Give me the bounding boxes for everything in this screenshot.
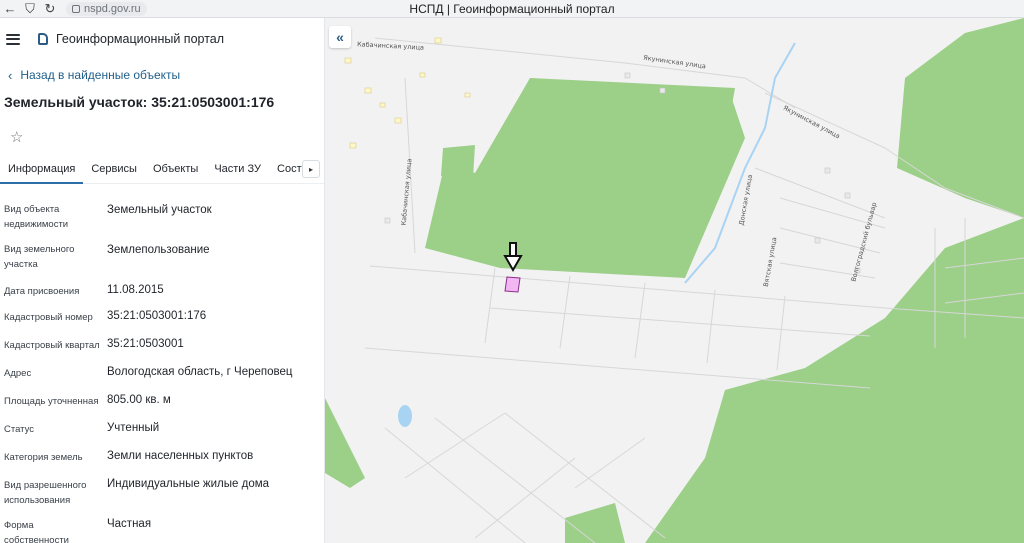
collapse-panel-button[interactable]: « bbox=[329, 26, 351, 48]
page-title: Земельный участок: 35:21:0503001:176 bbox=[4, 94, 275, 110]
property-label: Вид объекта недвижимости bbox=[4, 204, 69, 230]
property-value: Земли населенных пунктов bbox=[107, 450, 254, 462]
property-value: 11.08.2015 bbox=[107, 284, 164, 296]
property-value: Индивидуальные жилые дома bbox=[107, 478, 270, 490]
tabs-scroll-right-icon[interactable]: ▸ bbox=[302, 160, 320, 178]
browser-toolbar: ← ⛉ ↻ nspd.gov.ru НСПД | Геоинформационн… bbox=[0, 0, 1024, 18]
house bbox=[379, 102, 386, 108]
portal-title: Геоинформационный портал bbox=[56, 32, 225, 46]
property-label: Статус bbox=[4, 424, 35, 435]
tab-objects[interactable]: Объекты bbox=[145, 154, 206, 184]
building bbox=[624, 72, 631, 79]
property-label: Площадь уточненная bbox=[4, 396, 99, 407]
tab-services[interactable]: Сервисы bbox=[83, 154, 145, 184]
tab-parts[interactable]: Части ЗУ bbox=[206, 154, 269, 184]
house bbox=[394, 117, 402, 124]
object-info-panel: Геоинформационный портал ‹ Назад в найде… bbox=[0, 18, 325, 543]
address-bar[interactable]: nspd.gov.ru bbox=[66, 1, 147, 16]
house bbox=[364, 87, 372, 94]
property-value: 805.00 кв. м bbox=[107, 394, 171, 406]
map-view[interactable]: « Кабачинская улица Якунинская улица Яку… bbox=[325, 18, 1024, 543]
property-label: Дата присвоения bbox=[4, 286, 80, 297]
building bbox=[814, 237, 821, 244]
favorite-star-icon[interactable]: ☆ bbox=[0, 128, 324, 150]
property-value: Землепользование bbox=[107, 244, 210, 256]
lock-icon bbox=[72, 4, 80, 13]
building bbox=[384, 217, 391, 224]
property-value: 35:21:0503001 bbox=[107, 338, 184, 350]
back-link-label: Назад в найденные объекты bbox=[20, 68, 181, 82]
houses bbox=[344, 37, 471, 149]
property-label: Кадастровый номер bbox=[4, 312, 93, 323]
forest-area bbox=[441, 145, 475, 178]
property-value: Земельный участок bbox=[107, 204, 212, 216]
tab-information[interactable]: Информация bbox=[0, 154, 84, 184]
lake bbox=[398, 405, 412, 427]
back-arrow-icon[interactable]: ← bbox=[0, 0, 20, 18]
chevron-left-icon: ‹ bbox=[8, 67, 13, 83]
app-header: Геоинформационный портал bbox=[0, 18, 324, 60]
property-value: 35:21:0503001:176 bbox=[107, 310, 207, 322]
property-value: Вологодская область, г Череповец bbox=[107, 366, 293, 378]
building bbox=[824, 167, 831, 174]
shield-icon[interactable]: ⛉ bbox=[20, 0, 40, 18]
property-label: Форма собственности bbox=[4, 520, 69, 543]
forest-area bbox=[325, 398, 365, 488]
url-text: nspd.gov.ru bbox=[84, 2, 141, 15]
menu-icon[interactable] bbox=[6, 33, 20, 45]
house bbox=[464, 92, 471, 98]
reload-icon[interactable]: ↻ bbox=[40, 0, 60, 18]
house bbox=[419, 72, 426, 78]
property-label: Вид разрешенного использования bbox=[4, 480, 87, 506]
property-value: Частная bbox=[107, 518, 152, 530]
forest-area bbox=[565, 503, 625, 543]
property-label: Вид земельного участка bbox=[4, 244, 75, 270]
back-to-results-link[interactable]: ‹ Назад в найденные объекты bbox=[0, 66, 324, 84]
selected-parcel bbox=[504, 276, 521, 293]
house bbox=[434, 37, 442, 44]
house bbox=[349, 142, 357, 149]
property-label: Адрес bbox=[4, 368, 32, 379]
house bbox=[344, 57, 352, 64]
tab-bar: Информация Сервисы Объекты Части ЗУ Сост… bbox=[0, 154, 324, 184]
portal-logo-icon bbox=[38, 33, 48, 45]
building bbox=[844, 192, 851, 199]
map-canvas bbox=[325, 18, 1024, 543]
property-value: Учтенный bbox=[107, 422, 160, 434]
browser-window-title: НСПД | Геоинформационный портал bbox=[409, 2, 615, 16]
property-label: Категория земель bbox=[4, 452, 83, 463]
forest-area bbox=[897, 18, 1024, 218]
building bbox=[659, 87, 666, 94]
forest-area bbox=[645, 218, 1024, 543]
property-label: Кадастровый квартал bbox=[4, 340, 100, 351]
